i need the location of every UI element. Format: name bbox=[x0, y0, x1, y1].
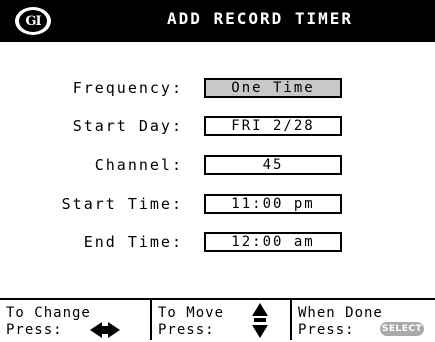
start-day-field[interactable]: FRI 2/28 bbox=[204, 116, 342, 136]
start-time-field[interactable]: 11:00 pm bbox=[204, 194, 342, 214]
end-time-label: End Time: bbox=[83, 233, 183, 251]
page-title: ADD RECORD TIMER bbox=[166, 9, 354, 28]
done-hint-line2: Press: bbox=[298, 322, 355, 338]
done-hint: When Done Press: SELECT bbox=[292, 300, 435, 342]
change-hint-line2: Press: bbox=[6, 322, 63, 338]
done-hint-line1: When Done bbox=[298, 305, 383, 321]
start-day-row: Start Day: FRI 2/28 bbox=[0, 114, 435, 138]
move-hint-line2: Press: bbox=[158, 322, 215, 338]
frequency-label: Frequency: bbox=[72, 79, 183, 97]
help-footer: To Change Press: To Move Press: When Don… bbox=[0, 298, 435, 342]
move-hint-line1: To Move bbox=[158, 305, 225, 321]
record-timer-screen: GI ADD RECORD TIMER Frequency: One Time … bbox=[0, 0, 435, 340]
frequency-row: Frequency: One Time bbox=[0, 76, 435, 100]
channel-label: Channel: bbox=[94, 156, 183, 174]
footer-divider bbox=[290, 298, 292, 340]
change-hint: To Change Press: bbox=[0, 300, 150, 342]
channel-row: Channel: 45 bbox=[0, 153, 435, 177]
channel-field[interactable]: 45 bbox=[204, 155, 342, 175]
frequency-field[interactable]: One Time bbox=[204, 78, 342, 98]
up-down-arrows-icon bbox=[252, 303, 268, 338]
end-time-row: End Time: 12:00 am bbox=[0, 230, 435, 254]
left-right-arrows-icon bbox=[90, 322, 120, 338]
start-time-row: Start Time: 11:00 pm bbox=[0, 192, 435, 216]
end-time-field[interactable]: 12:00 am bbox=[204, 232, 342, 252]
start-time-label: Start Time: bbox=[61, 195, 183, 213]
move-hint: To Move Press: bbox=[152, 300, 290, 342]
title-bar: GI ADD RECORD TIMER bbox=[0, 0, 435, 42]
footer-divider bbox=[150, 298, 152, 340]
gi-logo: GI bbox=[15, 7, 51, 35]
gi-logo-text: GI bbox=[19, 10, 47, 32]
select-key-icon: SELECT bbox=[380, 322, 424, 336]
change-hint-line1: To Change bbox=[6, 305, 91, 321]
start-day-label: Start Day: bbox=[72, 117, 183, 135]
